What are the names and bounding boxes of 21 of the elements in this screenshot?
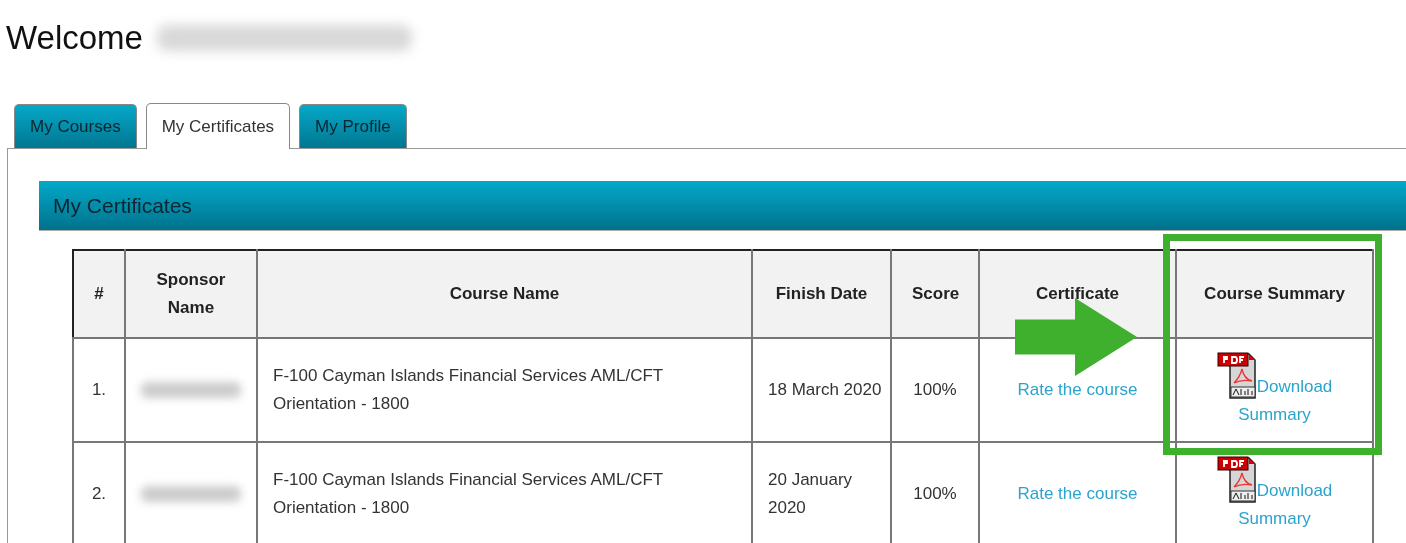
tab[interactable]: My Courses (14, 104, 137, 148)
pdf-file-icon (1216, 351, 1257, 401)
tab[interactable]: My Certificates (145, 103, 291, 149)
column-header: # (73, 250, 125, 338)
table-cell: 1. (73, 338, 125, 442)
tab[interactable]: My Profile (299, 104, 407, 148)
rate-course-link[interactable]: Rate the course (1017, 484, 1138, 503)
column-header: Course Summary (1176, 250, 1373, 338)
welcome-heading: Welcome (6, 19, 143, 57)
table-cell: 100% (891, 338, 979, 442)
table-cell: F-100 Cayman Islands Financial Services AML/CFT Orientation - 1800 (257, 338, 752, 442)
column-header: Course Name (257, 250, 752, 338)
table-cell: 18 March 2020 (752, 338, 891, 442)
column-header: Score (891, 250, 979, 338)
panel-title: My Certificates (53, 193, 192, 218)
column-header: Sponsor Name (125, 250, 257, 338)
column-header: Finish Date (752, 250, 891, 338)
arrow-icon (1015, 298, 1137, 376)
pdf-file-icon (1216, 455, 1257, 505)
table-cell: 2. (73, 442, 125, 543)
rate-course-link[interactable]: Rate the course (1017, 380, 1138, 399)
